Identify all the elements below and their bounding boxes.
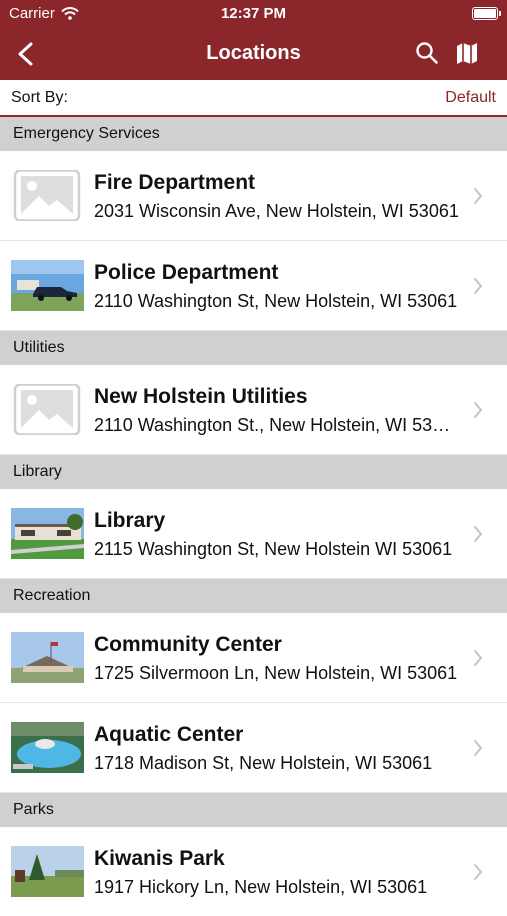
list-item[interactable]: Aquatic Center 1718 Madison St, New Hols…	[0, 703, 507, 793]
location-address: 2031 Wisconsin Ave, New Holstein, WI 530…	[94, 201, 459, 221]
clock: 12:37 PM	[220, 5, 287, 22]
locations-list: Emergency Services Fire Department 2031 …	[0, 117, 507, 916]
navigation-bar: Locations	[0, 28, 507, 80]
sort-bar[interactable]: Sort By: Default	[0, 80, 507, 117]
section-header: Library	[0, 455, 507, 489]
sort-value[interactable]: Default	[445, 89, 496, 107]
list-item[interactable]: Kiwanis Park 1917 Hickory Ln, New Holste…	[0, 827, 507, 916]
location-name: Library	[94, 509, 166, 532]
battery-icon	[472, 7, 501, 20]
location-name: Aquatic Center	[94, 723, 244, 746]
aquatic-center-photo	[11, 722, 84, 773]
community-center-photo	[11, 632, 84, 683]
police-department-photo	[11, 260, 84, 311]
park-photo	[11, 846, 84, 897]
location-address: 2110 Washington St., New Holstein, WI 53…	[94, 415, 459, 435]
list-item[interactable]: Community Center 1725 Silvermoon Ln, New…	[0, 613, 507, 703]
chevron-right-icon	[474, 740, 483, 756]
list-item[interactable]: Fire Department 2031 Wisconsin Ave, New …	[0, 151, 507, 241]
status-bar: Carrier 12:37 PM	[0, 0, 507, 28]
list-item[interactable]: New Holstein Utilities 2110 Washington S…	[0, 365, 507, 455]
chevron-right-icon	[474, 188, 483, 204]
section-header: Parks	[0, 793, 507, 827]
section-header: Recreation	[0, 579, 507, 613]
chevron-right-icon	[474, 864, 483, 880]
chevron-right-icon	[474, 526, 483, 542]
library-photo	[11, 508, 84, 559]
location-name: Kiwanis Park	[94, 847, 225, 870]
list-item[interactable]: Police Department 2110 Washington St, Ne…	[0, 241, 507, 331]
location-address: 2110 Washington St, New Holstein, WI 530…	[94, 291, 458, 311]
placeholder-image-icon	[13, 384, 81, 435]
search-icon[interactable]	[414, 40, 440, 66]
location-name: New Holstein Utilities	[94, 385, 308, 408]
location-address: 1718 Madison St, New Holstein, WI 53061	[94, 753, 433, 773]
section-header: Emergency Services	[0, 117, 507, 151]
location-name: Fire Department	[94, 171, 256, 194]
chevron-right-icon	[474, 402, 483, 418]
location-name: Community Center	[94, 633, 282, 656]
sort-label: Sort By:	[11, 89, 68, 106]
location-address: 1917 Hickory Ln, New Holstein, WI 53061	[94, 877, 428, 897]
placeholder-image-icon	[13, 170, 81, 221]
map-icon[interactable]	[454, 40, 480, 66]
list-item[interactable]: Library 2115 Washington St, New Holstein…	[0, 489, 507, 579]
location-name: Police Department	[94, 261, 279, 284]
section-header: Utilities	[0, 331, 507, 365]
location-address: 1725 Silvermoon Ln, New Holstein, WI 530…	[94, 663, 458, 683]
location-address: 2115 Washington St, New Holstein WI 5306…	[94, 539, 453, 559]
chevron-right-icon	[474, 278, 483, 294]
chevron-right-icon	[474, 650, 483, 666]
